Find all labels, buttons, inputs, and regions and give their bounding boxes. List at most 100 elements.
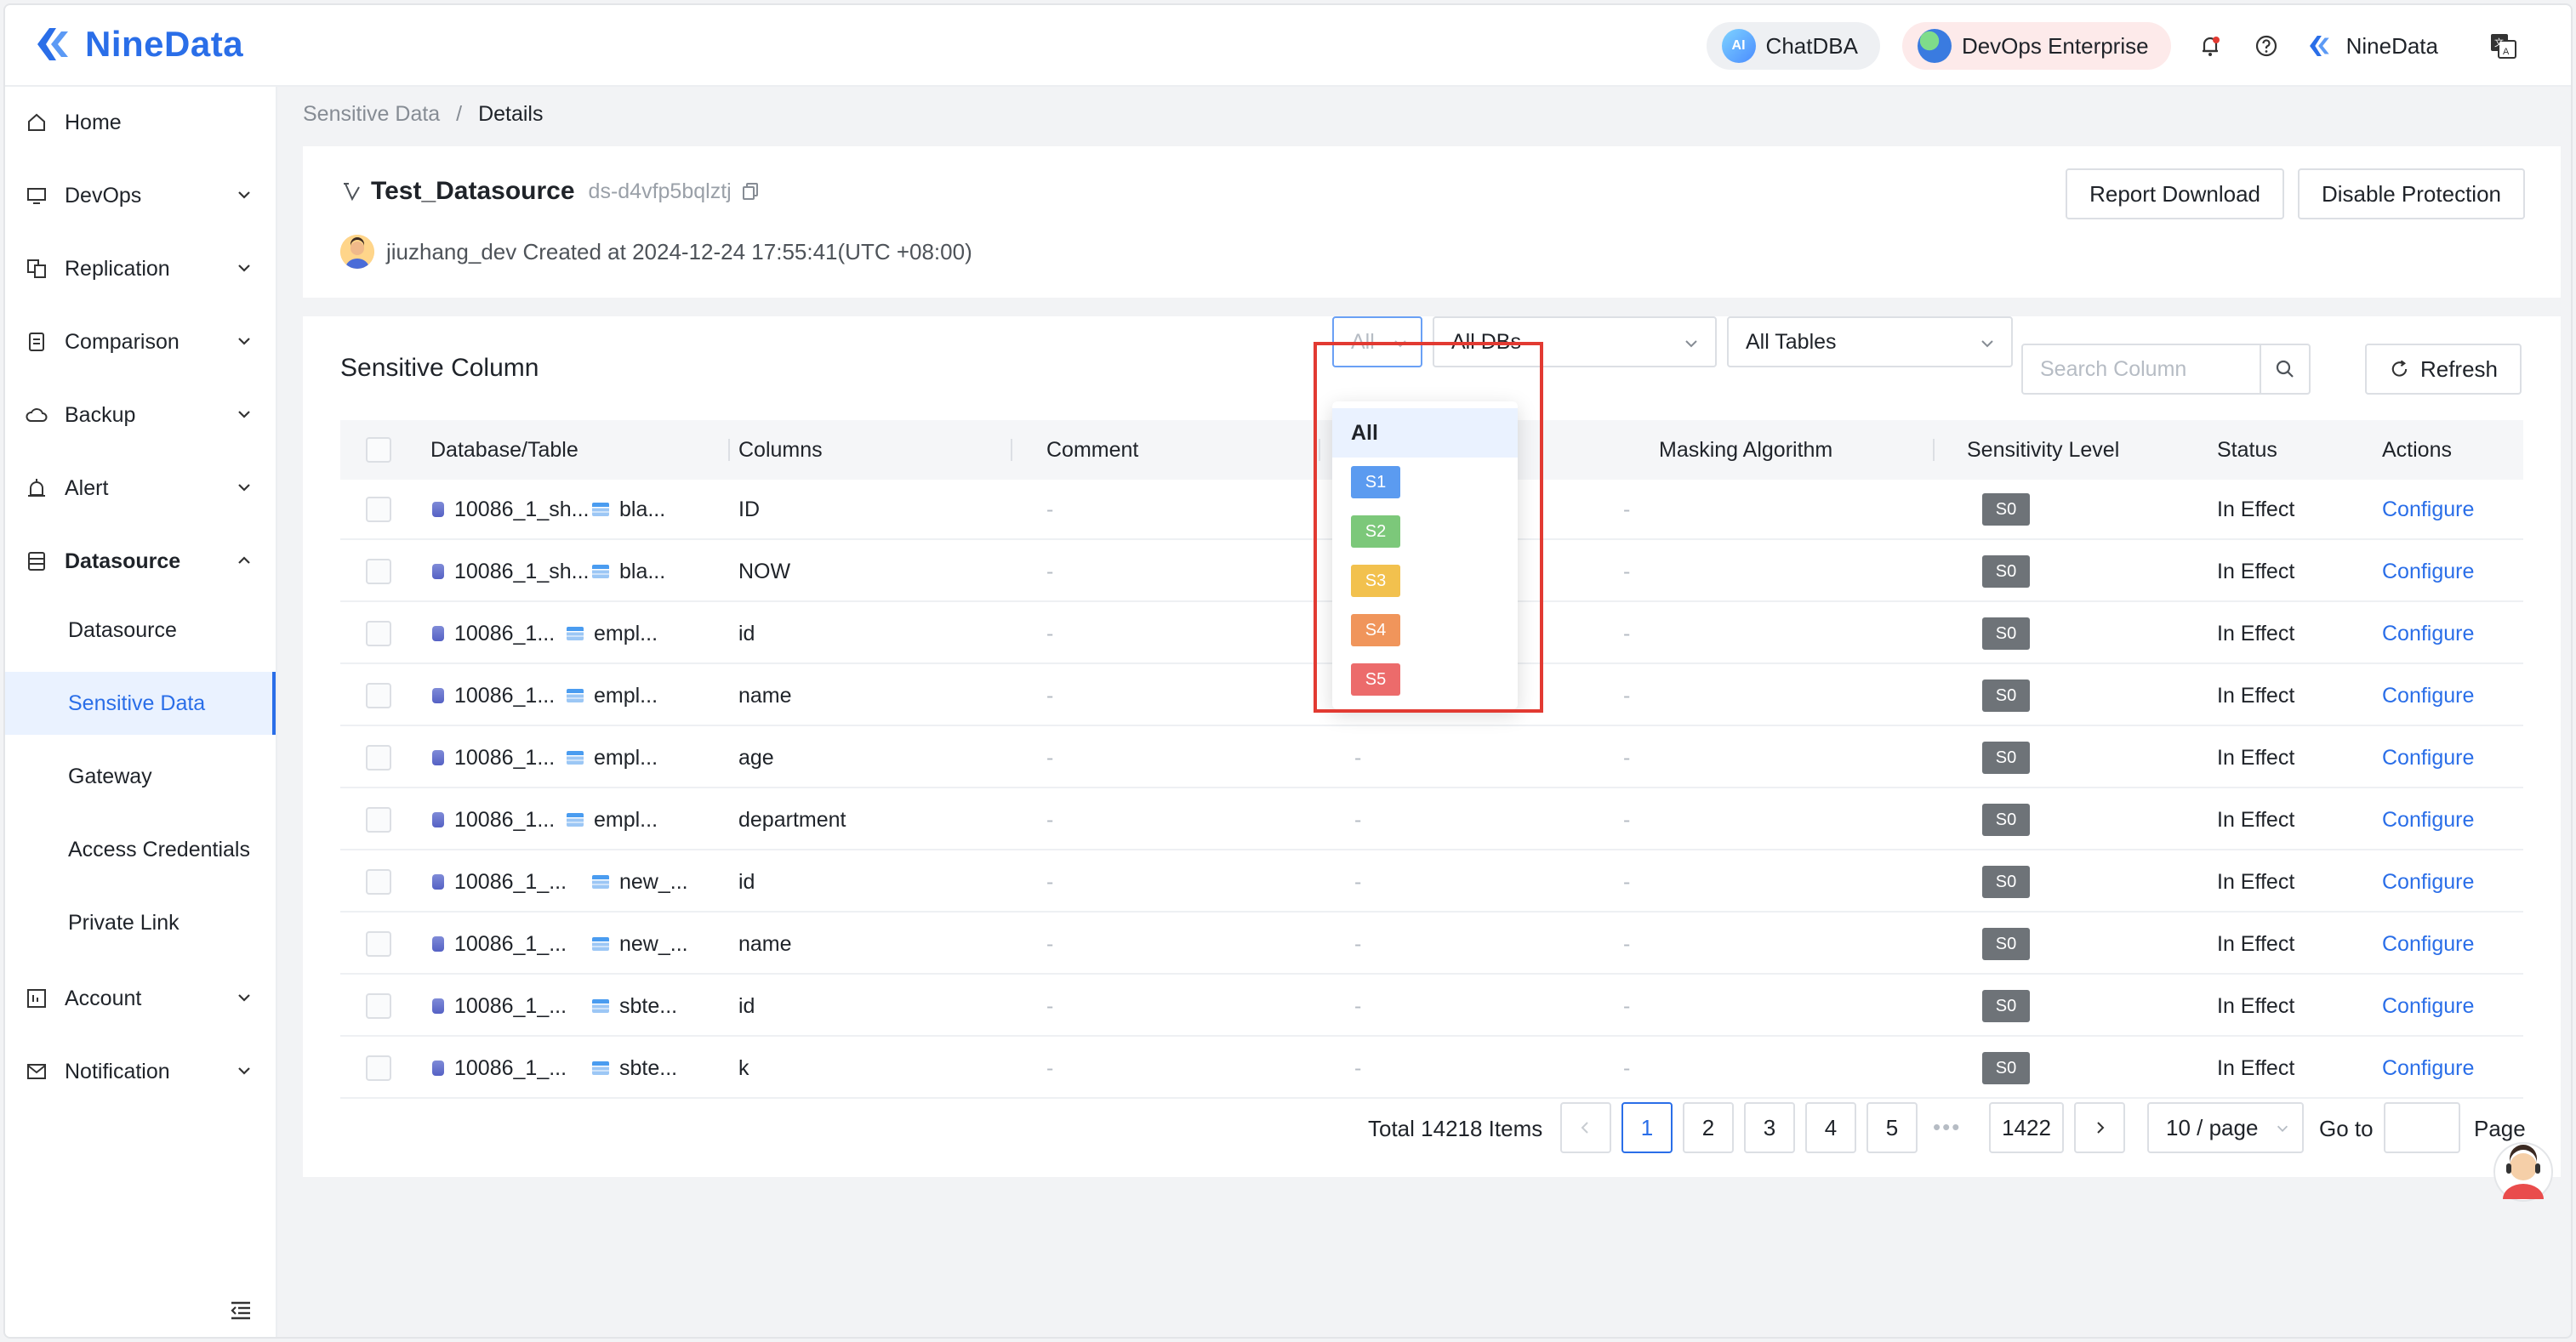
search-column-input[interactable]: Search Column	[2021, 344, 2311, 395]
goto-label: Go to	[2319, 1116, 2374, 1141]
database-icon	[432, 936, 444, 952]
breadcrumb-parent[interactable]: Sensitive Data	[303, 102, 440, 126]
configure-link[interactable]: Configure	[2382, 790, 2474, 850]
row-checkbox[interactable]	[366, 931, 391, 957]
brand-logo[interactable]: NineData	[31, 20, 243, 68]
configure-link[interactable]: Configure	[2382, 666, 2474, 725]
user-menu[interactable]: NineData	[2305, 31, 2438, 60]
enterprise-button[interactable]: DevOps Enterprise	[1901, 22, 2171, 70]
row-checkbox[interactable]	[366, 621, 391, 646]
sidebar-item-comparison[interactable]: Comparison	[5, 306, 276, 378]
row-column: department	[738, 807, 846, 832]
table-icon	[567, 689, 584, 702]
configure-link[interactable]: Configure	[2382, 1038, 2474, 1098]
search-icon	[2276, 360, 2294, 378]
chatdba-button[interactable]: AI ChatDBA	[1706, 22, 1880, 70]
sidebar-subitem-gateway[interactable]: Gateway	[5, 745, 276, 808]
sidebar-item-alert[interactable]: Alert	[5, 452, 276, 524]
row-classification: -	[1354, 869, 1362, 894]
page-2-button[interactable]: 2	[1683, 1102, 1734, 1153]
configure-link[interactable]: Configure	[2382, 728, 2474, 788]
disable-protection-button[interactable]: Disable Protection	[2298, 168, 2525, 219]
sidebar: Home DevOps Replication Comparison Backu…	[5, 87, 277, 1337]
configure-link[interactable]: Configure	[2382, 542, 2474, 601]
configure-link[interactable]: Configure	[2382, 914, 2474, 974]
sidebar-subitem-access-credentials[interactable]: Access Credentials	[5, 818, 276, 881]
top-header: NineData AI ChatDBA DevOps Enterprise Ni…	[5, 5, 2571, 87]
row-checkbox[interactable]	[366, 559, 391, 584]
row-table: empl...	[594, 621, 658, 645]
row-column: name	[738, 683, 792, 708]
sidebar-subitem-private-link[interactable]: Private Link	[5, 891, 276, 954]
question-icon[interactable]	[2249, 29, 2283, 63]
translate-icon[interactable]: 文A	[2486, 29, 2520, 63]
row-checkbox[interactable]	[366, 807, 391, 833]
row-comment: -	[1046, 683, 1054, 708]
goto-page-input[interactable]	[2384, 1102, 2460, 1153]
refresh-button[interactable]: Refresh	[2365, 344, 2522, 395]
configure-link[interactable]: Configure	[2382, 480, 2474, 539]
database-icon	[432, 874, 444, 890]
table-icon	[592, 565, 609, 578]
search-placeholder: Search Column	[2040, 356, 2187, 381]
sidebar-subitem-datasource[interactable]: Datasource	[5, 599, 276, 662]
row-table: sbte...	[619, 993, 678, 1018]
bell-icon[interactable]	[2193, 29, 2227, 63]
col-header-database-table: Database/Table	[430, 437, 578, 462]
row-database: 10086_1_sh...	[454, 497, 590, 521]
prev-page-button[interactable]	[1560, 1102, 1611, 1153]
database-icon	[24, 549, 49, 574]
database-icon	[432, 812, 444, 827]
row-masking: -	[1623, 869, 1631, 894]
customer-support-icon[interactable]	[2493, 1138, 2554, 1208]
ninedata-logo-icon	[37, 28, 68, 60]
page-size-select[interactable]: 10 / page	[2147, 1102, 2304, 1153]
page-5-button[interactable]: 5	[1866, 1102, 1918, 1153]
page-4-button[interactable]: 4	[1805, 1102, 1856, 1153]
sidebar-item-label: Datasource	[65, 549, 181, 573]
col-header-columns: Columns	[738, 437, 823, 462]
collapse-sidebar-icon[interactable]	[228, 1298, 254, 1323]
sidebar-item-home[interactable]: Home	[5, 87, 276, 158]
select-all-checkbox[interactable]	[366, 437, 391, 463]
table-icon	[592, 937, 609, 951]
sidebar-item-datasource[interactable]: Datasource	[5, 526, 276, 597]
row-checkbox[interactable]	[366, 869, 391, 895]
chevron-left-icon	[1581, 1122, 1588, 1134]
row-checkbox[interactable]	[366, 1055, 391, 1081]
row-checkbox[interactable]	[366, 497, 391, 522]
chevron-down-icon	[1981, 340, 1993, 348]
row-masking: -	[1623, 497, 1631, 521]
row-masking: -	[1623, 559, 1631, 583]
sidebar-item-notification[interactable]: Notification	[5, 1036, 276, 1107]
row-checkbox[interactable]	[366, 745, 391, 771]
sidebar-item-devops[interactable]: DevOps	[5, 160, 276, 231]
row-masking: -	[1623, 993, 1631, 1018]
last-page-button[interactable]: 1422	[1989, 1102, 2064, 1153]
row-checkbox[interactable]	[366, 683, 391, 708]
sidebar-item-account[interactable]: Account	[5, 963, 276, 1034]
row-checkbox[interactable]	[366, 993, 391, 1019]
row-status: In Effect	[2217, 869, 2295, 894]
sensitivity-badge: S0	[1982, 555, 2030, 588]
copy-icon[interactable]	[740, 181, 761, 202]
row-comment: -	[1046, 1055, 1054, 1080]
datasource-name: Test_Datasource	[371, 177, 575, 205]
configure-link[interactable]: Configure	[2382, 852, 2474, 912]
configure-link[interactable]: Configure	[2382, 604, 2474, 663]
next-page-button[interactable]	[2074, 1102, 2125, 1153]
table-row: 10086_1_... new_... id - - - S0 In Effect Config…	[340, 852, 2523, 913]
search-button[interactable]	[2260, 344, 2309, 395]
sidebar-item-replication[interactable]: Replication	[5, 233, 276, 304]
row-masking: -	[1623, 745, 1631, 770]
sidebar-subitem-sensitive-data[interactable]: Sensitive Data	[5, 672, 276, 735]
configure-link[interactable]: Configure	[2382, 976, 2474, 1036]
report-download-button[interactable]: Report Download	[2066, 168, 2284, 219]
pagination-ellipsis[interactable]: •••	[1933, 1114, 1961, 1140]
sidebar-item-backup[interactable]: Backup	[5, 379, 276, 451]
row-database: 10086_1...	[454, 807, 556, 832]
page-3-button[interactable]: 3	[1744, 1102, 1795, 1153]
compare-icon	[24, 329, 49, 355]
table-filter-select[interactable]: All Tables	[1727, 316, 2013, 367]
page-1-button[interactable]: 1	[1621, 1102, 1673, 1153]
